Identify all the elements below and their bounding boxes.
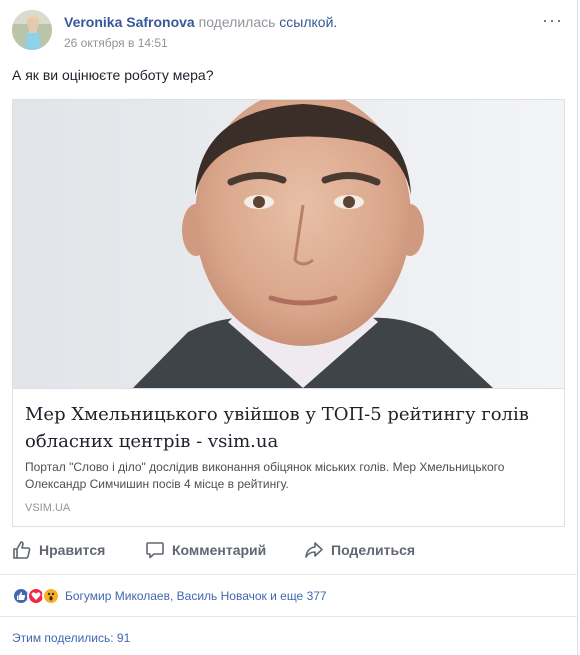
post-options-button[interactable]: ··· bbox=[542, 10, 563, 31]
thumbs-up-icon bbox=[13, 541, 31, 559]
post-header-line: Veronika Safronova поделилась ссылкой. bbox=[64, 13, 337, 31]
comment-label: Комментарий bbox=[172, 542, 267, 558]
reactions-summary[interactable]: Богумир Миколаев, Василь Новачок и еще 3… bbox=[12, 586, 327, 606]
share-label: Поделиться bbox=[331, 542, 416, 558]
author-avatar[interactable] bbox=[12, 10, 52, 50]
post-actions-bar: Нравится Комментарий Поделиться bbox=[0, 536, 578, 566]
divider bbox=[0, 574, 578, 575]
link-description: Портал "Слово і діло" дослідив виконання… bbox=[25, 460, 505, 491]
share-button[interactable]: Поделиться bbox=[304, 536, 415, 564]
share-arrow-icon bbox=[305, 542, 323, 558]
wow-icon[interactable] bbox=[42, 587, 60, 605]
author-name-link[interactable]: Veronika Safronova bbox=[64, 14, 195, 30]
comment-button[interactable]: Комментарий bbox=[145, 536, 266, 564]
link-preview-body[interactable]: Мер Хмельницького увійшов у ТОП-5 рейтин… bbox=[13, 388, 564, 526]
link-title[interactable]: Мер Хмельницького увійшов у ТОП-5 рейтин… bbox=[25, 401, 550, 455]
link-domain: VSIM.UA bbox=[25, 502, 71, 514]
shares-count-link[interactable]: Этим поделились: 91 bbox=[12, 631, 130, 645]
like-label: Нравится bbox=[39, 542, 106, 558]
shared-text: поделилась bbox=[198, 14, 276, 30]
post-timestamp[interactable]: 26 октября в 14:51 bbox=[64, 36, 168, 50]
shared-link[interactable]: ссылкой. bbox=[279, 14, 337, 30]
post-message: А як ви оцінюєте роботу мера? bbox=[12, 67, 214, 83]
link-preview-image[interactable] bbox=[13, 100, 564, 388]
like-button[interactable]: Нравится bbox=[12, 536, 105, 564]
reactors-link[interactable]: Богумир Миколаев, Василь Новачок и еще 3… bbox=[65, 589, 327, 603]
feed-post: Veronika Safronova поделилась ссылкой. 2… bbox=[0, 0, 578, 655]
divider bbox=[0, 616, 578, 617]
comment-icon bbox=[146, 542, 164, 559]
link-preview-card[interactable]: Мер Хмельницького увійшов у ТОП-5 рейтин… bbox=[12, 99, 565, 527]
